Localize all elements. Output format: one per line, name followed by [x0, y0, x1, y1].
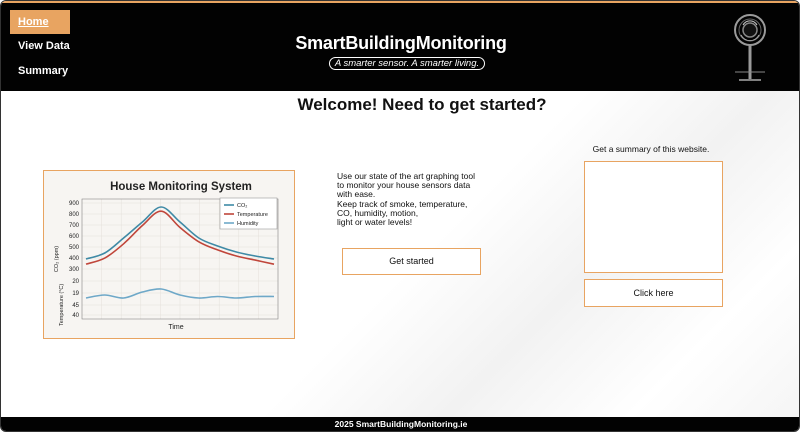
- sensor-logo-icon: [734, 14, 766, 81]
- summary-output-box: [584, 161, 723, 273]
- nav-summary[interactable]: Summary: [10, 59, 70, 83]
- legend-label-temperature: Temperature: [237, 212, 268, 218]
- y-axis-label-temperature: Temperature (°C): [59, 284, 65, 326]
- nav-home[interactable]: Home: [10, 10, 70, 34]
- y-tick-label: 700: [69, 223, 80, 229]
- app-window: Home View Data Summary SmartBuildingMoni…: [0, 0, 800, 432]
- y-tick-label: 20: [72, 279, 79, 285]
- footer-copyright: 2025 SmartBuildingMonitoring.ie: [334, 419, 468, 429]
- y-tick-label: 19: [72, 291, 79, 297]
- y-tick-label: 300: [69, 267, 80, 273]
- site-footer: 2025 SmartBuildingMonitoring.ie: [1, 417, 799, 431]
- y-tick-label: 400: [69, 256, 80, 262]
- chart-card: House Monitoring System 900 800 700 600 500 4…: [43, 170, 295, 339]
- house-monitoring-chart: House Monitoring System 900 800 700 600 500 4…: [44, 171, 294, 338]
- site-tagline: A smarter sensor. A smarter living.: [329, 57, 485, 70]
- site-title: SmartBuildingMonitoring: [295, 33, 507, 53]
- chart-title: House Monitoring System: [110, 181, 252, 193]
- y-tick-label: 500: [69, 245, 80, 251]
- y-tick-label: 40: [72, 313, 79, 319]
- click-here-button[interactable]: Click here: [584, 279, 723, 307]
- y-tick-label: 900: [69, 201, 80, 207]
- y-tick-label: 45: [72, 303, 79, 309]
- chart-background: [44, 171, 294, 338]
- y-tick-label: 600: [69, 234, 80, 240]
- y-tick-label: 800: [69, 212, 80, 218]
- site-header: Home View Data Summary SmartBuildingMoni…: [1, 3, 799, 91]
- feature-description: Use our state of the art graphing tool to…: [337, 171, 507, 228]
- summary-prompt: Get a summary of this website.: [592, 144, 710, 154]
- y-axis-label-co2: CO₂ (ppm): [54, 246, 60, 272]
- x-axis-label: Time: [168, 324, 183, 331]
- legend-label-co2: CO₂: [237, 203, 247, 209]
- welcome-heading: Welcome! Need to get started?: [297, 95, 547, 114]
- description-line: light or water levels!: [337, 217, 413, 228]
- get-started-button[interactable]: Get started: [342, 248, 481, 275]
- chart-legend: CO₂ Temperature Humidity: [219, 197, 278, 230]
- legend-label-humidity: Humidity: [237, 221, 259, 227]
